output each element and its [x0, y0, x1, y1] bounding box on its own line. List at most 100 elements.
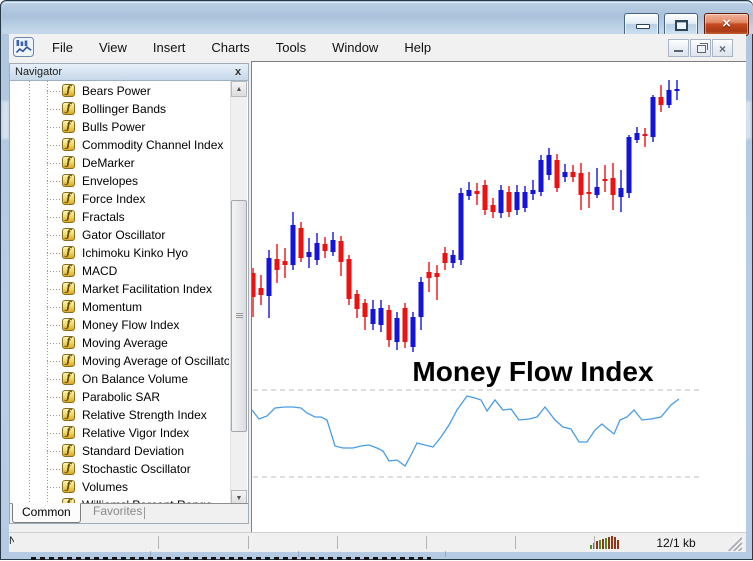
candle-body [459, 193, 464, 260]
indicator-item[interactable]: ƒFractals [10, 208, 229, 226]
indicator-item[interactable]: ƒRelative Strength Index [10, 406, 229, 424]
tree-connector [47, 487, 61, 488]
window-close-button[interactable]: × [704, 13, 749, 36]
status-separator [426, 536, 427, 549]
indicator-item[interactable]: ƒMarket Facilitation Index [10, 280, 229, 298]
navigator-title: Navigator [15, 66, 62, 78]
indicator-label: Moving Average [82, 334, 168, 352]
indicator-item[interactable]: ƒBulls Power [10, 118, 229, 136]
tree-connector [47, 451, 61, 452]
menu-item-file[interactable]: File [39, 40, 86, 55]
indicator-item[interactable]: ƒEnvelopes [10, 172, 229, 190]
candle-body [307, 252, 312, 257]
tab-common[interactable]: Common [12, 503, 81, 523]
indicator-function-icon: ƒ [62, 426, 75, 439]
child-restore-button[interactable] [690, 39, 711, 57]
candle-body [547, 155, 552, 175]
indicator-item[interactable]: ƒMoney Flow Index [10, 316, 229, 334]
candle-body [667, 90, 672, 105]
chart-area[interactable]: Money Flow Index [251, 61, 746, 532]
scroll-up-button[interactable]: ▲ [231, 81, 247, 97]
tree-connector [47, 415, 61, 416]
menu-item-help[interactable]: Help [391, 40, 444, 55]
traffic-counter: 12/1 kb [631, 536, 721, 550]
close-icon: × [705, 14, 748, 35]
menu-item-charts[interactable]: Charts [198, 40, 262, 55]
indicator-item[interactable]: ƒDeMarker [10, 154, 229, 172]
tree-connector [47, 343, 61, 344]
frame-separator [445, 551, 446, 557]
menu-item-window[interactable]: Window [319, 40, 391, 55]
indicator-item[interactable]: ƒBollinger Bands [10, 100, 229, 118]
candle-body [379, 308, 384, 325]
tree-connector [47, 361, 61, 362]
signal-bar [590, 545, 592, 549]
tree-connector [47, 181, 61, 182]
indicator-label: Force Index [82, 190, 145, 208]
indicator-function-icon: ƒ [62, 138, 75, 151]
candle-body [555, 160, 560, 188]
indicator-function-icon: ƒ [62, 246, 75, 259]
indicator-label: Bollinger Bands [82, 100, 166, 118]
candle-body [291, 225, 296, 265]
tree-connector [47, 199, 61, 200]
mfi-line [252, 396, 679, 466]
indicator-label: Relative Vigor Index [82, 424, 189, 442]
indicator-item[interactable]: ƒ Moving Average [10, 334, 229, 352]
indicator-item[interactable]: ƒ Relative Vigor Index [10, 424, 229, 442]
indicator-item[interactable]: ƒMACD [10, 262, 229, 280]
indicator-item[interactable]: ƒStandard Deviation [10, 442, 229, 460]
resize-grip[interactable] [726, 536, 744, 551]
child-minimize-button[interactable] [668, 39, 689, 57]
candle-body [403, 308, 408, 342]
candle-body [299, 228, 304, 258]
indicator-item[interactable]: ƒCommodity Channel Index [10, 136, 229, 154]
candle-body [339, 241, 344, 262]
indicator-item[interactable]: ƒ Force Index [10, 190, 229, 208]
candle-body [603, 179, 608, 181]
signal-bar [611, 536, 613, 549]
indicator-item[interactable]: ƒVolumes [10, 478, 229, 496]
indicator-function-icon: ƒ [62, 192, 75, 205]
tab-favorites[interactable]: Favorites [84, 503, 151, 521]
window-minimize-button[interactable] [624, 13, 659, 36]
menu-item-view[interactable]: View [86, 40, 140, 55]
indicator-label: Stochastic Oscillator [82, 460, 191, 478]
candle-body [387, 310, 392, 340]
child-close-button[interactable]: × [712, 39, 733, 57]
indicator-item[interactable]: ƒStochastic Oscillator [10, 460, 229, 478]
indicator-item[interactable]: ƒParabolic SAR [10, 388, 229, 406]
tree-connector [47, 235, 61, 236]
menu-item-tools[interactable]: Tools [263, 40, 319, 55]
status-separator [158, 536, 159, 549]
indicator-label: Moving Average of Oscillator [82, 352, 229, 370]
candle-body [435, 273, 440, 277]
candle-body [283, 261, 288, 265]
indicator-item[interactable]: ƒBears Power [10, 82, 229, 100]
candle-body [675, 89, 680, 91]
candle-body [611, 178, 616, 195]
navigator-titlebar[interactable]: Navigator x [10, 64, 248, 81]
indicator-function-icon: ƒ [62, 318, 75, 331]
indicator-item[interactable]: ƒMomentum [10, 298, 229, 316]
indicator-function-icon: ƒ [62, 372, 75, 385]
indicator-item[interactable]: ƒOn Balance Volume [10, 370, 229, 388]
tree-connector [47, 109, 61, 110]
candle-body [499, 190, 504, 213]
indicator-label: Gator Oscillator [82, 226, 165, 244]
status-separator [515, 536, 516, 549]
indicator-function-icon: ƒ [62, 336, 75, 349]
navigator-close-button[interactable]: x [231, 64, 245, 80]
indicator-function-icon: ƒ [62, 282, 75, 295]
window-maximize-button[interactable] [664, 13, 698, 36]
status-separator [248, 536, 249, 549]
scrollbar-thumb[interactable] [231, 200, 247, 432]
indicator-item[interactable]: ƒMoving Average of Oscillator [10, 352, 229, 370]
tree-connector [47, 469, 61, 470]
indicator-item[interactable]: ƒGator Oscillator [10, 226, 229, 244]
child-minimize-icon [674, 50, 683, 52]
indicator-item[interactable]: ƒIchimoku Kinko Hyo [10, 244, 229, 262]
menu-item-insert[interactable]: Insert [140, 40, 199, 55]
navigator-scrollbar[interactable]: ▲ ▼ [230, 81, 247, 506]
indicator-function-icon: ƒ [62, 156, 75, 169]
